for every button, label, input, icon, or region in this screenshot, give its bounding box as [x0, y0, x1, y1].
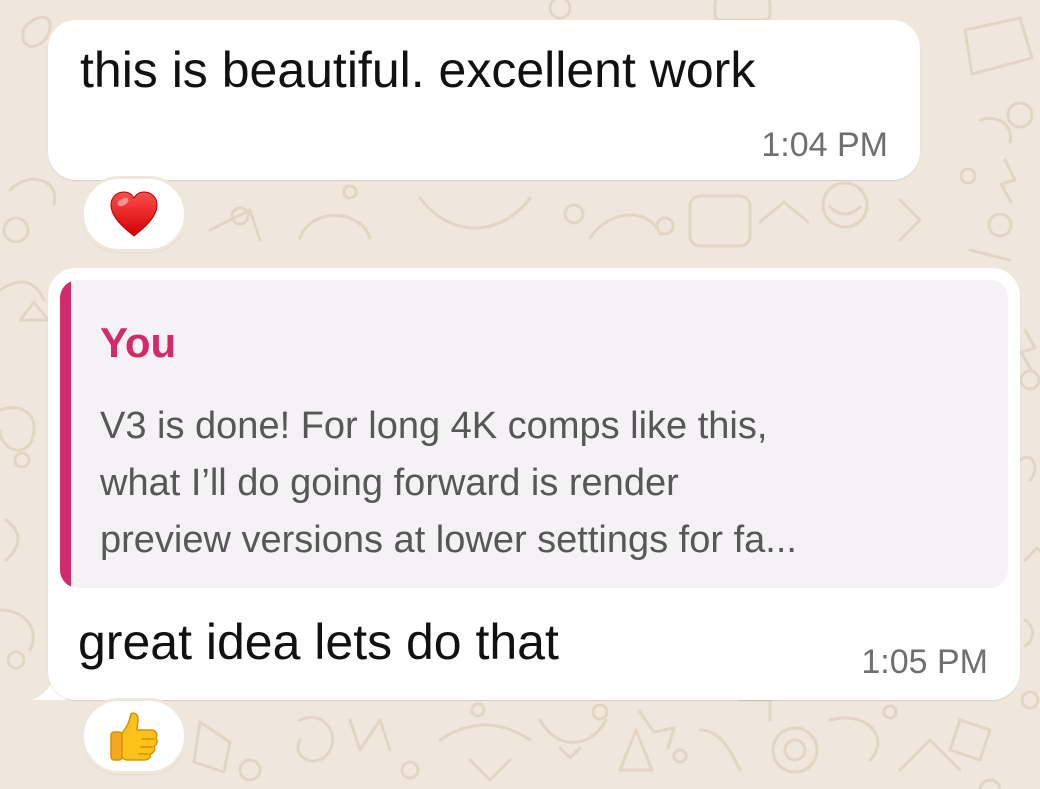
quoted-line: V3 is done! For long 4K comps like this,: [100, 405, 768, 447]
quote-accent-bar: [60, 280, 71, 588]
quoted-message[interactable]: You V3 is done! For long 4K comps like t…: [60, 280, 1008, 588]
thumbs-up-icon: [110, 712, 158, 761]
red-heart-icon: [110, 191, 158, 237]
reaction-badge[interactable]: [81, 698, 187, 774]
quoted-line: preview versions at lower settings for f…: [100, 519, 797, 561]
message-text: this is beautiful. excellent work: [80, 42, 756, 98]
message-text: great idea lets do that: [78, 614, 559, 670]
quoted-text: V3 is done! For long 4K comps like this,…: [100, 398, 998, 569]
quoted-author: You: [100, 319, 177, 366]
message-timestamp: 1:04 PM: [761, 126, 888, 164]
reaction-badge[interactable]: [81, 176, 187, 252]
message-timestamp: 1:05 PM: [861, 643, 988, 681]
message-bubble-incoming[interactable]: this is beautiful. excellent work 1:04 P…: [48, 20, 920, 180]
quoted-line: what I’ll do going forward is render: [100, 462, 679, 504]
message-bubble-reply[interactable]: You V3 is done! For long 4K comps like t…: [48, 268, 1020, 700]
